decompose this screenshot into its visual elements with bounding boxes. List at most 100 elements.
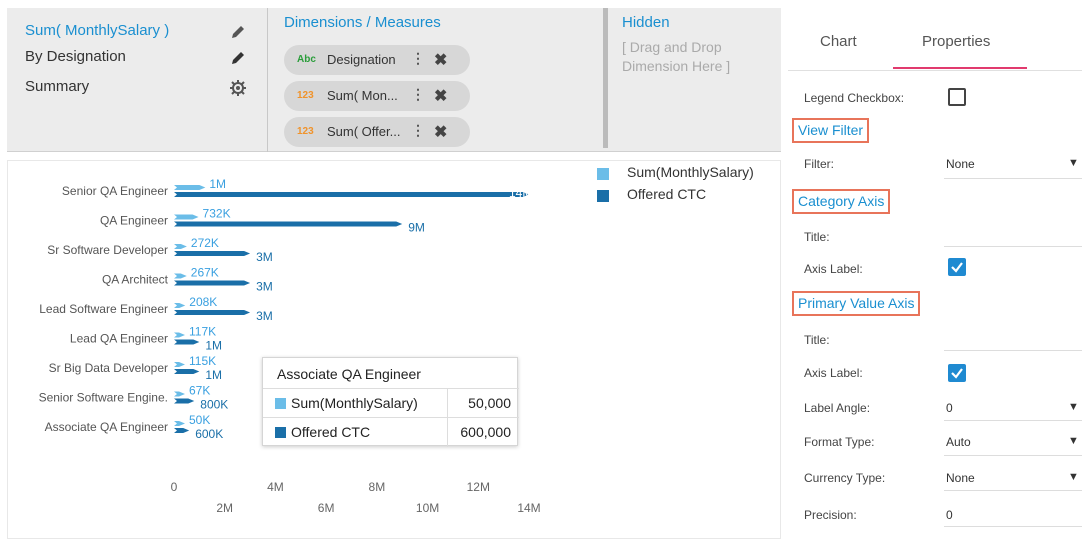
bar-offered-ctc[interactable] bbox=[174, 280, 251, 286]
pill-sum-monthly[interactable]: 123 Sum( Mon... ⋮ ✖ bbox=[284, 81, 470, 111]
precision-label: Precision: bbox=[804, 508, 857, 522]
data-label: 115K bbox=[189, 354, 216, 368]
bar-monthly-salary[interactable] bbox=[174, 421, 185, 426]
tooltip-row: Sum(MonthlySalary) 50,000 bbox=[263, 388, 519, 418]
bar-chart: Senior QA Engineer 1M 14M QA Engineer 732K 9M… bbox=[39, 177, 541, 515]
close-icon[interactable]: ✖ bbox=[434, 86, 447, 106]
bar-monthly-salary[interactable] bbox=[174, 185, 206, 190]
tab-properties[interactable]: Properties bbox=[922, 33, 990, 50]
data-label: 3M bbox=[256, 280, 273, 294]
pill-label: Sum( Offer... bbox=[327, 124, 401, 139]
active-tab-indicator bbox=[893, 67, 1027, 69]
data-label: 3M bbox=[256, 309, 273, 323]
x-tick-label: 4M bbox=[267, 480, 284, 494]
filter-select[interactable]: None bbox=[946, 157, 975, 171]
more-vertical-icon[interactable]: ⋮ bbox=[411, 122, 425, 139]
category-tick-label: Sr Software Developer bbox=[47, 243, 168, 257]
bar-monthly-salary[interactable] bbox=[174, 362, 185, 367]
pill-label: Designation bbox=[327, 52, 396, 67]
pill-designation[interactable]: Abc Designation ⋮ ✖ bbox=[284, 45, 470, 75]
data-label: 50K bbox=[189, 413, 210, 427]
category-axis-label-label: Axis Label: bbox=[804, 262, 863, 276]
bar-monthly-salary[interactable] bbox=[174, 214, 199, 220]
precision-input[interactable]: 0 bbox=[946, 508, 953, 522]
bar-offered-ctc[interactable] bbox=[174, 310, 251, 315]
legend-label-2[interactable]: Offered CTC bbox=[627, 186, 706, 202]
currency-type-label: Currency Type: bbox=[804, 471, 886, 485]
bar-offered-ctc[interactable] bbox=[174, 369, 200, 374]
data-label: 67K bbox=[189, 384, 210, 398]
chevron-down-icon[interactable]: ▼ bbox=[1068, 435, 1079, 447]
chevron-down-icon[interactable]: ▼ bbox=[1068, 471, 1079, 483]
close-icon[interactable]: ✖ bbox=[434, 122, 447, 142]
x-tick-label: 8M bbox=[369, 480, 386, 494]
bar-monthly-salary[interactable] bbox=[174, 303, 186, 308]
field-monthly-salary[interactable]: Sum( MonthlySalary ) bbox=[25, 22, 169, 39]
pill-sum-offered[interactable]: 123 Sum( Offer... ⋮ ✖ bbox=[284, 117, 470, 147]
currency-type-select[interactable]: None bbox=[946, 471, 975, 485]
data-label: 800K bbox=[200, 398, 228, 412]
x-tick-label: 6M bbox=[318, 501, 335, 515]
tooltip-series-name: Sum(MonthlySalary) bbox=[291, 395, 418, 411]
bar-monthly-salary[interactable] bbox=[174, 273, 187, 279]
chevron-down-icon[interactable]: ▼ bbox=[1068, 157, 1079, 169]
label-angle-select[interactable]: 0 bbox=[946, 401, 953, 415]
category-title-input[interactable] bbox=[944, 246, 1082, 247]
bar-monthly-salary[interactable] bbox=[174, 244, 187, 249]
bar-monthly-salary[interactable] bbox=[174, 332, 185, 338]
field-summary[interactable]: Summary bbox=[25, 78, 89, 95]
bar-offered-ctc[interactable] bbox=[174, 339, 200, 345]
bar-offered-ctc[interactable] bbox=[174, 192, 529, 197]
pencil-icon[interactable] bbox=[229, 23, 247, 41]
bar-offered-ctc[interactable] bbox=[174, 221, 403, 227]
hidden-section[interactable]: Hidden [ Drag and Drop Dimension Here ] bbox=[622, 8, 782, 152]
dimension-type-badge: Abc bbox=[297, 54, 316, 65]
drop-zone-hint: [ Drag and Drop Dimension Here ] bbox=[622, 39, 731, 74]
value-axis-label-checkbox[interactable] bbox=[948, 364, 966, 382]
section-view-filter[interactable]: View Filter bbox=[792, 118, 870, 143]
category-axis-label-checkbox[interactable] bbox=[948, 258, 966, 276]
legend-label-1[interactable]: Sum(MonthlySalary) bbox=[627, 164, 754, 180]
value-title-input[interactable] bbox=[944, 350, 1082, 351]
field-by-designation[interactable]: By Designation bbox=[25, 48, 126, 65]
bar-offered-ctc[interactable] bbox=[174, 398, 195, 404]
data-label: 1M bbox=[205, 368, 222, 382]
gear-icon[interactable] bbox=[229, 79, 247, 97]
field-list: Sum( MonthlySalary ) By Designation Summ… bbox=[7, 8, 266, 152]
check-icon bbox=[951, 262, 963, 273]
data-label: 600K bbox=[195, 427, 223, 441]
tooltip-row: Offered CTC 600,000 bbox=[263, 417, 519, 447]
filter-label: Filter: bbox=[804, 157, 834, 171]
section-category-axis[interactable]: Category Axis bbox=[792, 189, 891, 214]
pencil-icon[interactable] bbox=[229, 49, 247, 67]
section-primary-value-axis[interactable]: Primary Value Axis bbox=[792, 291, 921, 316]
x-tick-label: 0 bbox=[171, 480, 178, 494]
bar-monthly-salary[interactable] bbox=[174, 391, 185, 397]
x-tick-label: 10M bbox=[416, 501, 439, 515]
more-vertical-icon[interactable]: ⋮ bbox=[411, 86, 425, 103]
value-title-label: Title: bbox=[804, 333, 830, 347]
hidden-title: Hidden bbox=[622, 14, 670, 31]
dimensions-title: Dimensions / Measures bbox=[284, 14, 441, 31]
dimensions-measures-section: Dimensions / Measures Abc Designation ⋮ … bbox=[284, 8, 604, 152]
pill-label: Sum( Mon... bbox=[327, 88, 398, 103]
label-angle-label: Label Angle: bbox=[804, 401, 871, 415]
tooltip-value: 50,000 bbox=[468, 395, 511, 411]
close-icon[interactable]: ✖ bbox=[434, 50, 447, 70]
category-tick-label: QA Architect bbox=[102, 273, 169, 287]
category-tick-label: Sr Big Data Developer bbox=[49, 361, 168, 375]
resize-divider[interactable] bbox=[603, 8, 608, 148]
format-type-select[interactable]: Auto bbox=[946, 435, 971, 449]
category-tick-label: QA Engineer bbox=[100, 214, 168, 228]
tooltip-series-name: Offered CTC bbox=[291, 424, 371, 440]
legend-swatch-1 bbox=[597, 168, 609, 180]
tooltip-value: 600,000 bbox=[460, 424, 511, 440]
tab-chart[interactable]: Chart bbox=[820, 33, 857, 50]
data-label: 267K bbox=[191, 266, 219, 280]
chart-area: Senior QA Engineer 1M 14M QA Engineer 732K 9M… bbox=[7, 160, 781, 539]
bar-offered-ctc[interactable] bbox=[174, 428, 190, 433]
chevron-down-icon[interactable]: ▼ bbox=[1068, 401, 1079, 413]
more-vertical-icon[interactable]: ⋮ bbox=[411, 50, 425, 67]
legend-checkbox[interactable] bbox=[948, 88, 966, 106]
bar-offered-ctc[interactable] bbox=[174, 251, 251, 256]
